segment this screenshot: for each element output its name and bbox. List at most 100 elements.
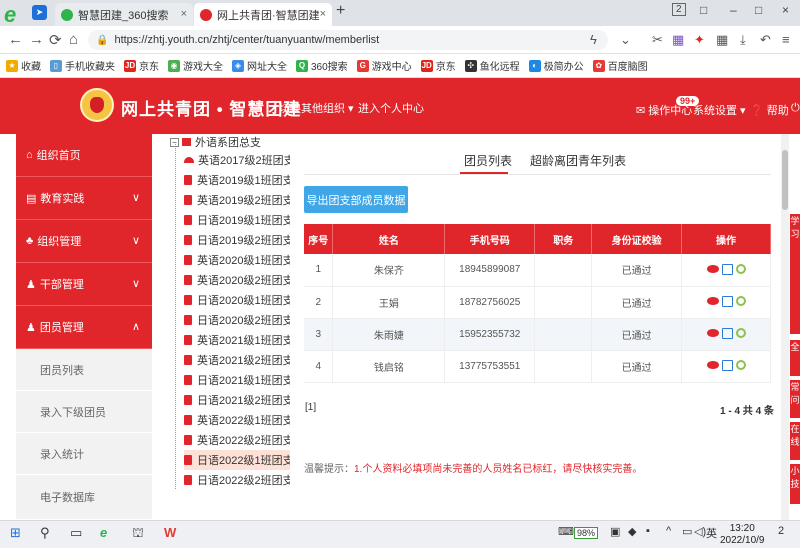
tree-node[interactable]: 英语2017级2班团支部 — [184, 150, 290, 170]
undo-icon[interactable]: ↶ — [760, 32, 771, 48]
key-icon[interactable] — [735, 328, 746, 339]
sidebar-item-home[interactable]: ⌂ 组织首页 — [16, 134, 152, 177]
tree-node[interactable]: 日语2020级2班团支部 — [184, 310, 290, 330]
right-side-tab[interactable]: 全 — [790, 340, 800, 376]
url-input[interactable]: 🔒 https://zhtj.youth.cn/zhtj/center/tuan… — [88, 30, 608, 50]
bookmark-item[interactable]: Q 360搜索 — [296, 58, 348, 73]
app-taskbar-icon[interactable]: ⛫ — [132, 525, 144, 543]
chevron-up-icon[interactable]: ^ — [666, 525, 671, 537]
notification-icon[interactable]: 2 — [778, 525, 784, 537]
site-title[interactable]: 网上共青团 • 智慧团建 — [121, 95, 301, 120]
task-view-icon[interactable]: ▭ — [70, 525, 82, 541]
system-settings-menu[interactable]: 系统设置 ▾ — [693, 102, 746, 118]
bookmark-item[interactable]: G 游戏中心 — [356, 58, 412, 73]
bookmark-item[interactable]: ◈ 网址大全 — [232, 58, 287, 73]
view-icon[interactable] — [706, 297, 719, 306]
sidebar-item-education[interactable]: ▤ 教育实践 ∨ — [16, 177, 152, 220]
pagination-page-link[interactable]: [1] — [305, 402, 316, 413]
bookmark-item[interactable]: ◐ 极简办公 — [528, 58, 584, 73]
tray-icon[interactable]: ▪ — [646, 525, 650, 537]
right-side-tab[interactable]: 在线 — [790, 422, 800, 460]
tree-node-selected[interactable]: 日语2022级1班团支部 — [184, 450, 290, 470]
menu-icon[interactable]: ≡ — [782, 32, 790, 47]
view-icon[interactable] — [706, 329, 719, 338]
tree-node[interactable]: 日语2019级2班团支部 — [184, 230, 290, 250]
maximize-button[interactable]: □ — [755, 3, 762, 17]
close-tab-icon[interactable]: × — [181, 8, 187, 20]
tree-node[interactable]: 日语2021级1班团支部 — [184, 370, 290, 390]
tree-node[interactable]: 日语2022级2班团支部 — [184, 470, 290, 490]
tree-node[interactable]: 英语2020级2班团支部 — [184, 270, 290, 290]
export-data-button[interactable]: 导出团支部成员数据 — [304, 186, 408, 213]
extension-icon[interactable]: ✦ — [694, 32, 705, 48]
browser-logo-icon[interactable]: e — [4, 2, 16, 28]
tree-node[interactable]: 英语2022级1班团支部 — [184, 410, 290, 430]
edit-icon[interactable] — [721, 263, 733, 275]
tree-node[interactable]: 日语2020级1班团支部 — [184, 290, 290, 310]
wps-taskbar-icon[interactable]: W — [164, 525, 176, 540]
tree-node[interactable]: 日语2021级2班团支部 — [184, 390, 290, 410]
sidebar-subitem-database[interactable]: 电子数据库 — [16, 475, 152, 520]
key-icon[interactable] — [735, 264, 746, 274]
download-icon[interactable]: ⤓ — [740, 32, 746, 48]
shield-icon[interactable]: ◆ — [628, 525, 636, 538]
bookmark-item[interactable]: ✣ 鱼化远程 — [464, 58, 520, 73]
tab-member-list[interactable]: 团员列表 — [464, 152, 512, 169]
bookmark-item[interactable]: JD 京东 — [420, 58, 456, 73]
tree-root[interactable]: − 外语系团总支 — [170, 134, 261, 150]
close-window-button[interactable]: × — [782, 3, 789, 17]
refresh-icon[interactable]: ⟳ — [49, 31, 62, 49]
sidebar-subitem-member-list[interactable]: 团员列表 — [16, 349, 152, 391]
network-icon[interactable]: ▭ — [682, 525, 692, 538]
edit-icon[interactable] — [721, 327, 733, 339]
lightning-icon[interactable]: ϟ — [590, 32, 597, 47]
help-link[interactable]: ❓ 帮助 — [750, 102, 789, 118]
key-icon[interactable] — [735, 360, 746, 371]
bookmark-item[interactable]: JD 京东 — [124, 58, 159, 73]
forward-icon[interactable]: → — [29, 31, 44, 48]
back-icon[interactable]: ← — [8, 31, 23, 48]
tab-count-icon[interactable]: 2 — [672, 3, 686, 16]
browser-tab-zhtj[interactable]: 网上共青团·智慧团建 × — [194, 3, 332, 26]
dropdown-icon[interactable]: ⌄ — [620, 32, 631, 48]
mouse-icon[interactable]: ⌨ — [558, 525, 574, 538]
view-icon[interactable] — [706, 361, 719, 370]
bookmark-item[interactable]: ★ 收藏 — [6, 58, 41, 73]
tree-node[interactable]: 英语2019级2班团支部 — [184, 190, 290, 210]
ime-indicator[interactable]: 英 — [706, 525, 717, 541]
minimize-button[interactable]: – — [730, 3, 737, 17]
extension-icon[interactable]: ▦ — [672, 32, 684, 48]
right-side-tab[interactable]: 学习 — [790, 214, 800, 334]
sidebar-item-cadre[interactable]: ♟ 干部管理 ∨ — [16, 263, 152, 306]
collapse-icon[interactable]: − — [170, 137, 179, 147]
browser-tab-360search[interactable]: 智慧团建_360搜索 × — [55, 3, 193, 26]
power-icon[interactable]: ⏻ — [791, 102, 800, 115]
windows-start-icon[interactable]: ⊞ — [10, 525, 21, 541]
youth-league-emblem-icon[interactable] — [80, 88, 114, 122]
tab-overage-list[interactable]: 超龄离团青年列表 — [530, 152, 626, 169]
tree-node[interactable]: 日语2019级1班团支部 — [184, 210, 290, 230]
battery-indicator[interactable]: 98% — [574, 527, 599, 539]
sidebar-subitem-stats[interactable]: 录入统计 — [16, 433, 152, 475]
home-icon[interactable]: ⌂ — [69, 31, 78, 48]
restore-icon[interactable]: □ — [700, 3, 707, 17]
close-tab-icon[interactable]: × — [320, 8, 326, 20]
right-side-tab[interactable]: 小技 — [790, 464, 800, 504]
nav-arrow-icon[interactable]: ➤ — [32, 5, 47, 20]
apps-icon[interactable]: ▦ — [716, 32, 728, 48]
edit-icon[interactable] — [721, 359, 733, 371]
switch-org-menu[interactable]: 切换其他组织 ▾ — [279, 100, 354, 116]
right-side-tab[interactable]: 常问 — [790, 380, 800, 418]
edit-icon[interactable] — [721, 295, 733, 307]
tree-node[interactable]: 英语2020级1班团支部 — [184, 250, 290, 270]
sidebar-item-org[interactable]: ♣ 组织管理 ∨ — [16, 220, 152, 263]
new-tab-button[interactable]: + — [336, 2, 345, 20]
tree-node[interactable]: 英语2022级2班团支部 — [184, 430, 290, 450]
browser-taskbar-icon[interactable]: e — [100, 525, 107, 540]
personal-center-link[interactable]: 进入个人中心 — [358, 100, 424, 116]
bookmark-item[interactable]: ◉ 游戏大全 — [168, 58, 223, 73]
sidebar-item-members[interactable]: ♟ 团员管理 ∧ — [16, 306, 152, 349]
tree-node[interactable]: 英语2019级1班团支部 — [184, 170, 290, 190]
bookmark-item[interactable]: ✿ 百度脑图 — [592, 58, 648, 73]
tree-node[interactable]: 英语2021级1班团支部 — [184, 330, 290, 350]
